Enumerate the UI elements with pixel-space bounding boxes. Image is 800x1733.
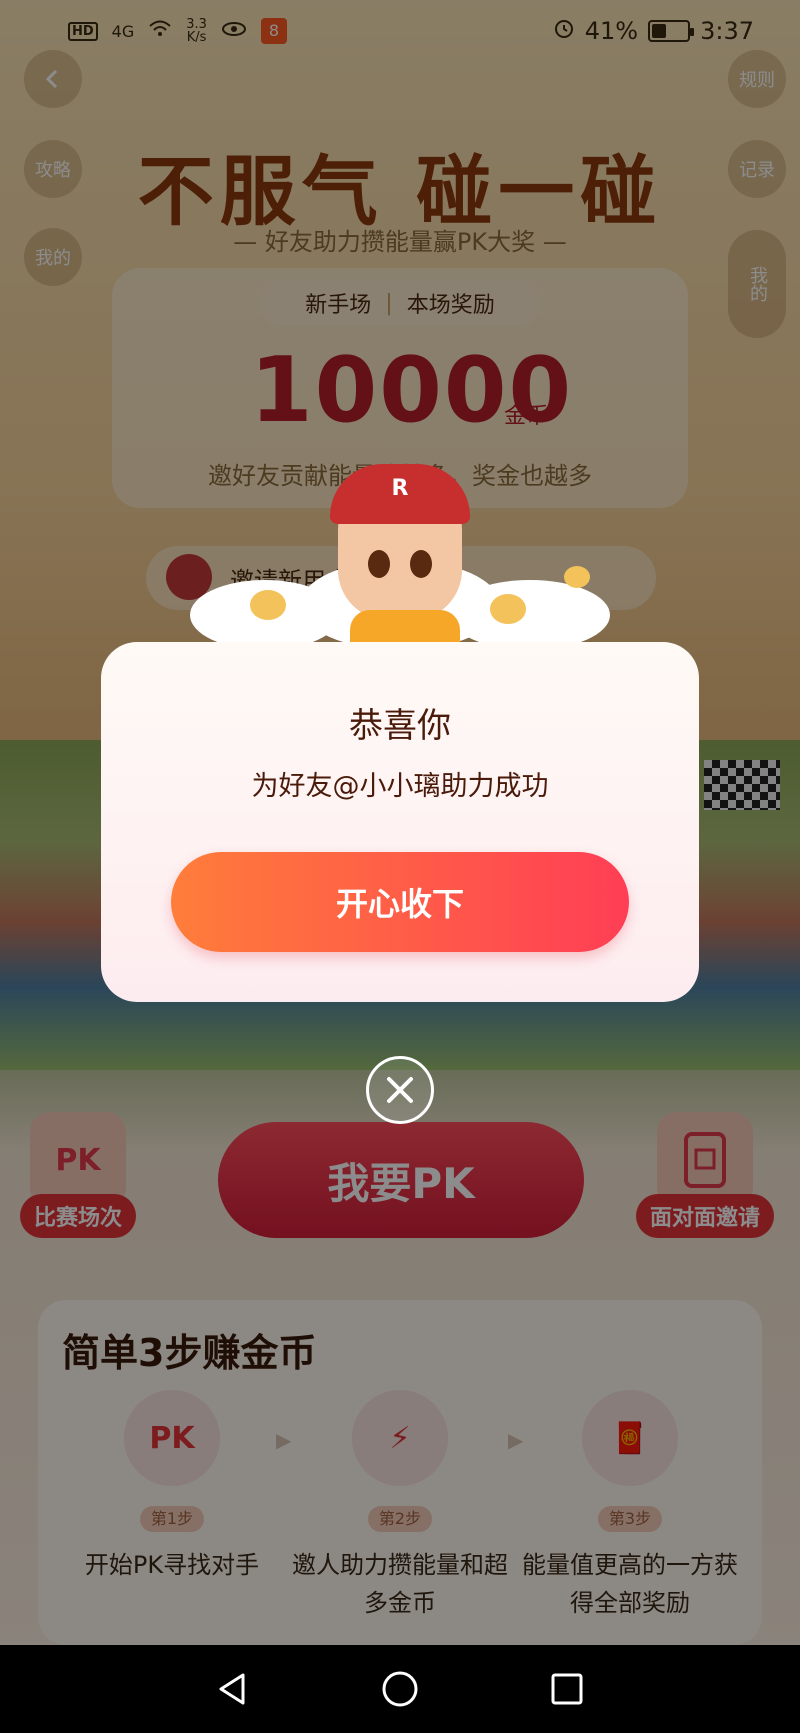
coin-icon <box>564 566 590 588</box>
close-icon <box>387 1077 413 1103</box>
accept-button[interactable]: 开心收下 <box>171 852 629 952</box>
coin-icon <box>250 590 286 620</box>
home-circle-icon[interactable] <box>370 1659 430 1719</box>
back-triangle-icon[interactable] <box>203 1659 263 1719</box>
dialog-message: 为好友@小小璃助力成功 <box>251 771 549 802</box>
close-dialog-button[interactable] <box>366 1056 434 1124</box>
dialog-title: 恭喜你 <box>349 706 451 746</box>
mascot-illustration: R <box>190 464 610 670</box>
recent-square-icon[interactable] <box>537 1659 597 1719</box>
mascot-eye <box>368 550 390 578</box>
system-nav-bar <box>0 1645 800 1733</box>
cloud-shape <box>450 580 610 650</box>
success-dialog: 恭喜你 为好友@小小璃助力成功 开心收下 <box>101 642 699 1002</box>
mascot-cap: R <box>330 464 470 524</box>
coin-icon <box>490 594 526 624</box>
mascot-eye <box>410 550 432 578</box>
